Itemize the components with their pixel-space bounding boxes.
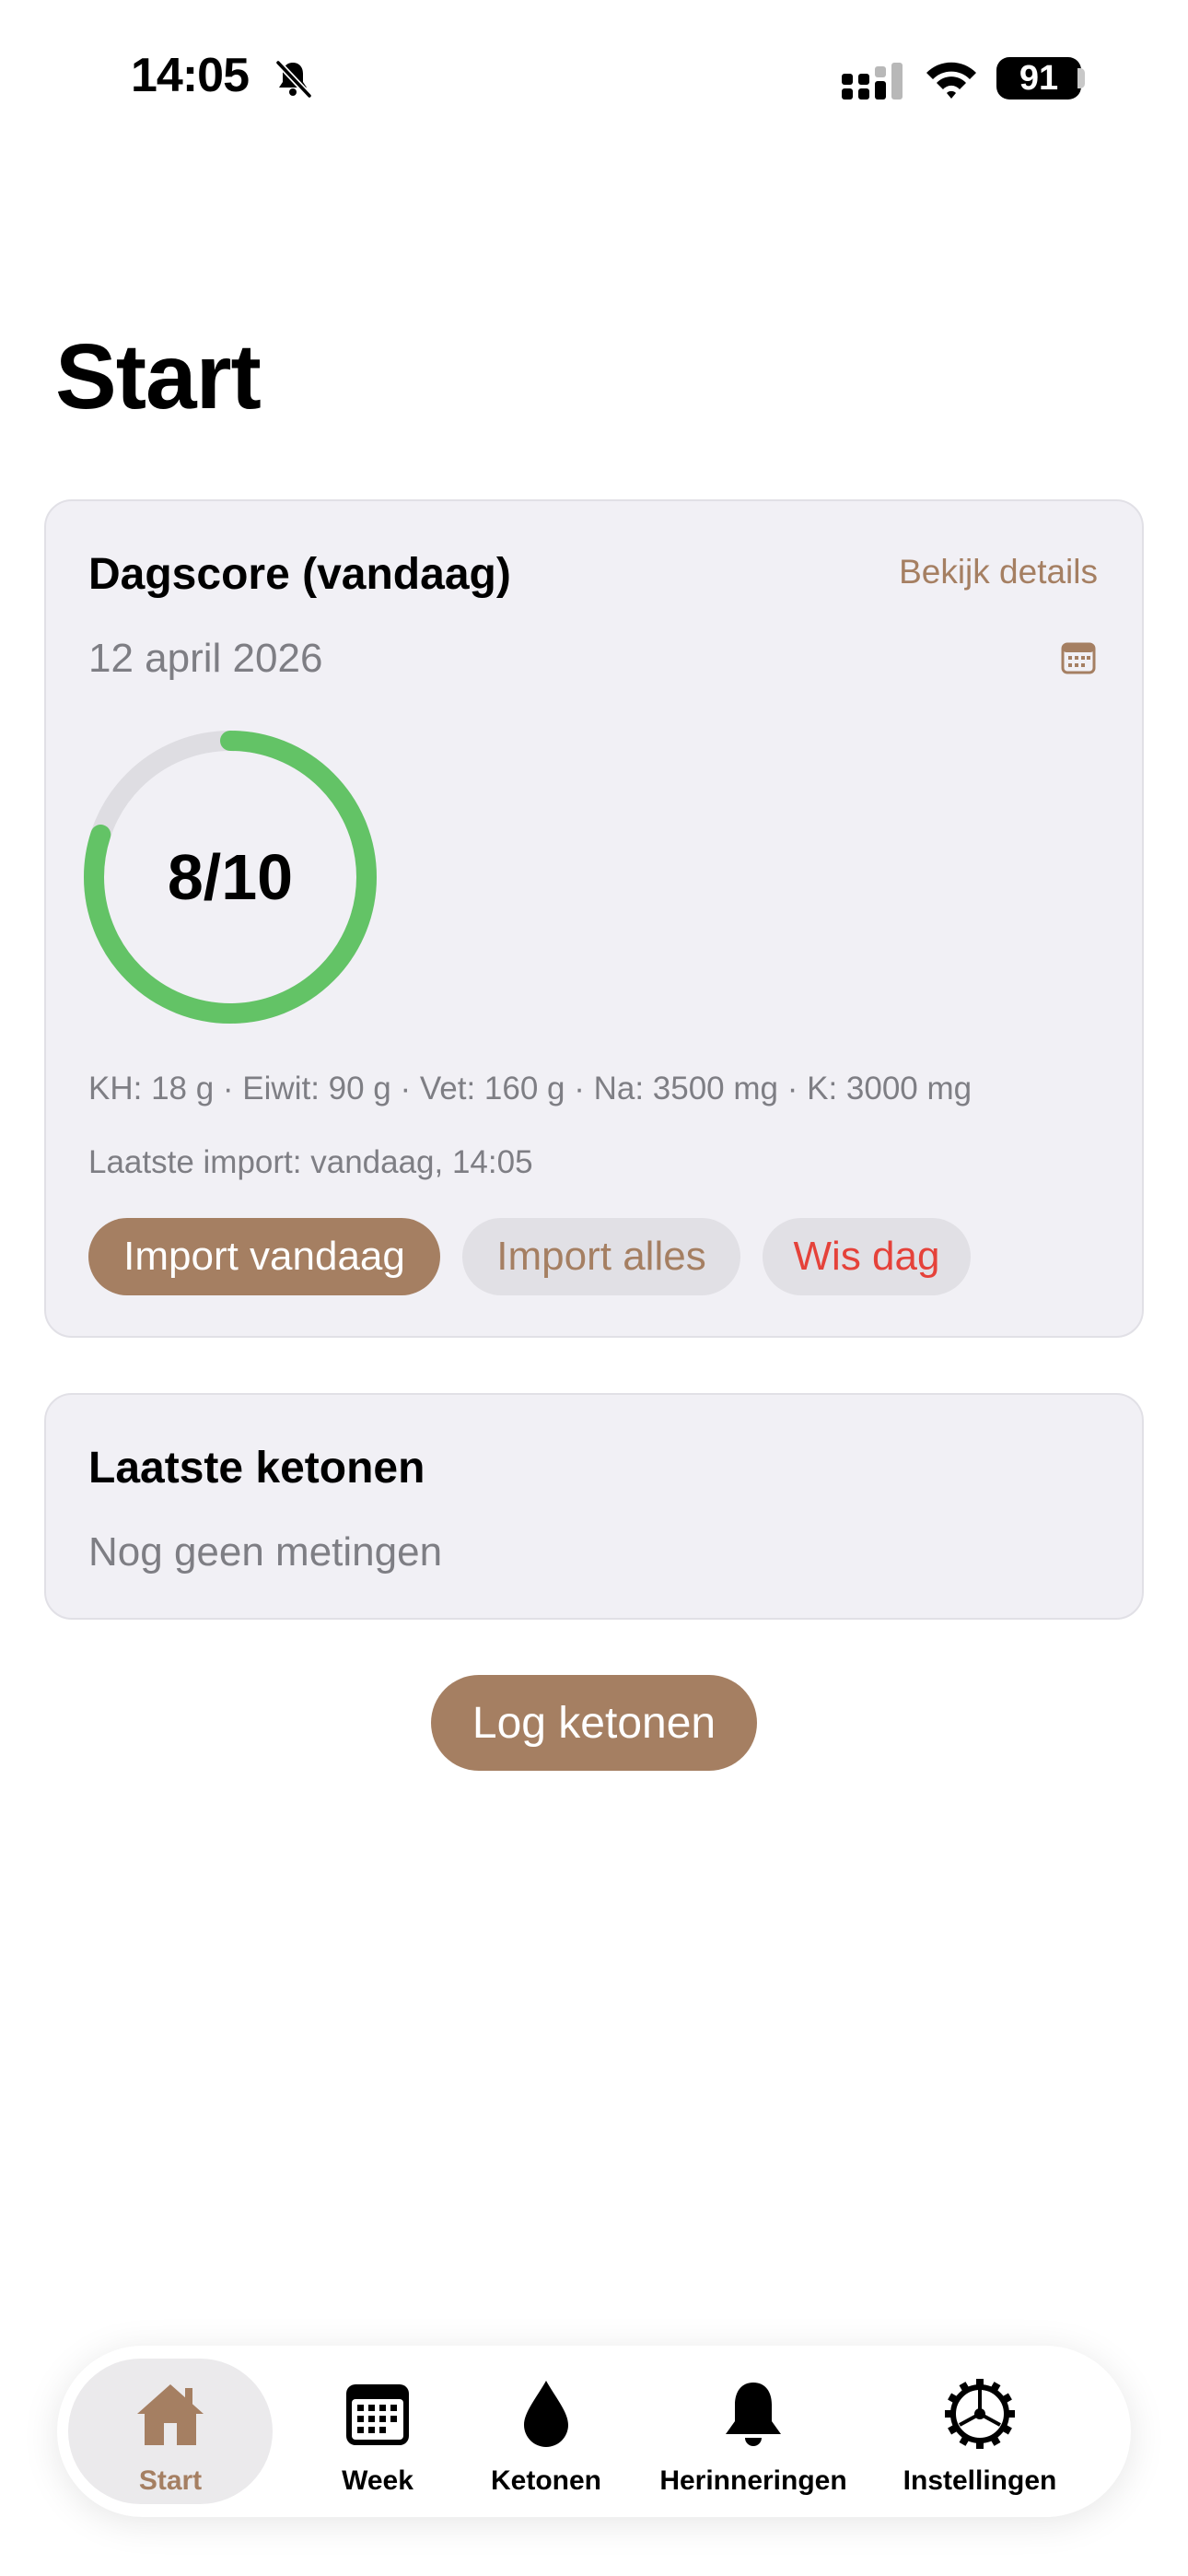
start-screen: 14:05 91 Start Dagscore (vandaag) Bekijk… xyxy=(0,0,1188,2576)
log-ketones-button[interactable]: Log ketonen xyxy=(431,1675,757,1771)
score-value: 8/10 xyxy=(167,841,294,913)
calendar-icon xyxy=(346,2384,409,2445)
last-import-text: Laatste import: vandaag, 14:05 xyxy=(88,1144,533,1180)
macros-summary: KH: 18 g · Eiwit: 90 g · Vet: 160 g · Na… xyxy=(88,1071,973,1107)
tab-label: Ketonen xyxy=(491,2465,601,2496)
tab-ketonen[interactable]: Ketonen xyxy=(464,2346,628,2517)
battery-cap xyxy=(1077,68,1085,88)
page-title: Start xyxy=(55,325,262,428)
tab-week[interactable]: Week xyxy=(300,2346,455,2517)
day-score-title: Dagscore (vandaag) xyxy=(88,550,511,599)
bell-slash-icon xyxy=(275,60,312,99)
tab-start[interactable]: Start xyxy=(68,2346,273,2517)
gear-icon xyxy=(945,2379,1015,2449)
latest-ketones-title: Laatste ketonen xyxy=(88,1444,425,1493)
import-today-button[interactable]: Import vandaag xyxy=(88,1218,440,1295)
house-icon xyxy=(137,2384,204,2445)
import-all-button[interactable]: Import alles xyxy=(462,1218,740,1295)
view-details-link[interactable]: Bekijk details xyxy=(899,553,1098,591)
drop-icon xyxy=(524,2381,568,2447)
tab-herinneringen[interactable]: Herinneringen xyxy=(643,2346,864,2517)
wifi-icon xyxy=(926,62,976,99)
calendar-icon[interactable] xyxy=(1061,641,1096,674)
signal-icon xyxy=(842,63,903,100)
no-measurements-text: Nog geen metingen xyxy=(88,1529,443,1575)
tab-instellingen[interactable]: Instellingen xyxy=(879,2346,1081,2517)
latest-ketones-card: Laatste ketonen Nog geen metingen xyxy=(44,1393,1144,1620)
bell-icon xyxy=(726,2383,781,2446)
tab-label: Instellingen xyxy=(903,2465,1057,2496)
status-time: 14:05 xyxy=(131,49,250,102)
battery-icon: 91 xyxy=(996,57,1081,100)
score-date: 12 april 2026 xyxy=(88,636,323,681)
tab-label: Start xyxy=(138,2465,203,2496)
tab-label: Week xyxy=(342,2465,413,2496)
tab-label: Herinneringen xyxy=(659,2465,847,2496)
day-score-card: Dagscore (vandaag) Bekijk details 12 apr… xyxy=(44,499,1144,1338)
clear-day-button[interactable]: Wis dag xyxy=(763,1218,971,1295)
tab-bar: Start Week Ketonen Herinneringen Instell… xyxy=(57,2346,1131,2517)
